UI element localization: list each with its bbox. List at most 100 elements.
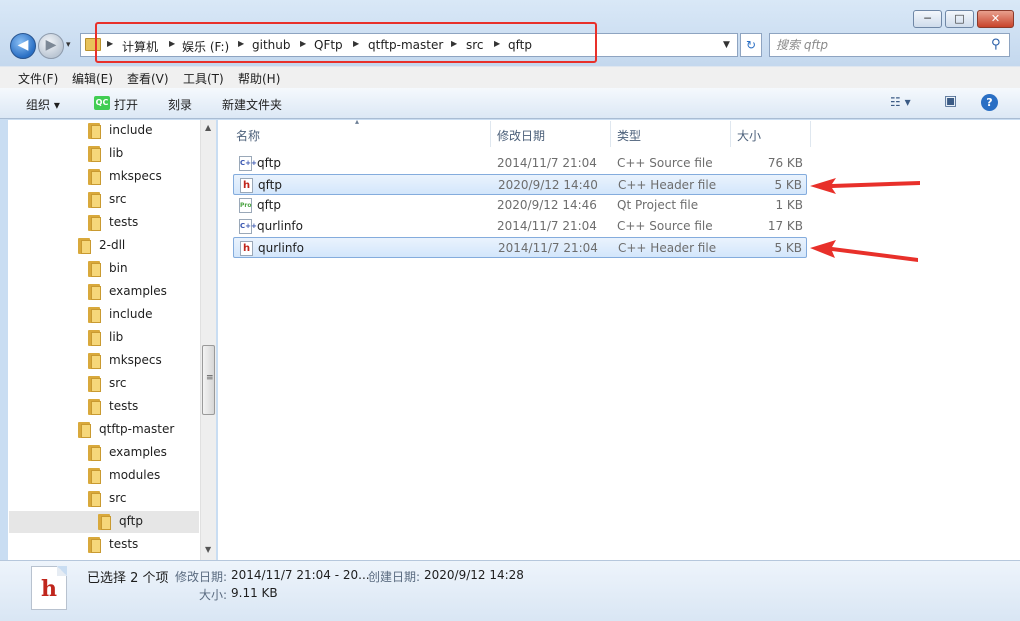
file-row[interactable]: Pro qftp 2020/9/12 14:46 Qt Project file 1 K… (233, 195, 807, 216)
minimize-icon: ─ (924, 12, 931, 25)
qt-creator-icon: QC (94, 96, 110, 110)
tree-item-label: examples (109, 445, 167, 459)
menu-edit[interactable]: 编辑(E) (72, 70, 113, 87)
column-divider[interactable] (490, 121, 491, 147)
sort-indicator-icon: ▴ (355, 117, 360, 126)
refresh-button[interactable]: ↻ (740, 33, 762, 57)
column-divider[interactable] (610, 121, 611, 147)
menu-view[interactable]: 查看(V) (127, 70, 169, 87)
column-header-name[interactable]: 名称 (236, 127, 260, 147)
tree-item[interactable]: modules (88, 465, 198, 487)
tree-item[interactable]: examples (88, 442, 198, 464)
close-button[interactable]: ✕ (977, 10, 1014, 28)
tree-item[interactable]: 2-dll (78, 235, 188, 257)
folder-icon (88, 353, 102, 369)
file-row[interactable]: C++ qurlinfo 2014/11/7 21:04 C++ Source fil… (233, 216, 807, 237)
navigation-scrollbar[interactable]: ▲ ≡ ▼ (200, 120, 216, 560)
tree-item[interactable]: tests (88, 212, 198, 234)
tree-item-label: include (109, 307, 153, 321)
folder-icon (88, 537, 102, 553)
preview-pane-button[interactable]: ▣ (944, 93, 957, 109)
file-modified-date: 2020/9/12 14:40 (498, 178, 598, 192)
header-file-large-icon: h (31, 566, 67, 610)
file-row[interactable]: C++ qftp 2014/11/7 21:04 C++ Source file 76 … (233, 153, 807, 174)
qt-project-file-icon: Pro (239, 198, 252, 213)
burn-button[interactable]: 刻录 (168, 96, 192, 113)
recent-pages-dropdown[interactable]: ▾ (66, 40, 71, 50)
folder-icon (88, 445, 102, 461)
refresh-icon: ↻ (745, 38, 757, 52)
folder-icon (88, 123, 102, 139)
search-box[interactable]: ⚲ (769, 33, 1010, 57)
open-button[interactable]: 打开 (114, 96, 138, 113)
folder-icon (98, 514, 112, 530)
menu-file[interactable]: 文件(F) (18, 70, 58, 87)
size-label: 大小: (199, 588, 228, 602)
maximize-button[interactable]: □ (945, 10, 974, 28)
modified-date-value: 2014/11/7 21:04 - 20... (231, 568, 370, 582)
tree-item-label: qtftp-master (99, 422, 175, 436)
cpp-file-icon: C++ (239, 219, 257, 234)
menu-tools[interactable]: 工具(T) (183, 70, 224, 87)
folder-icon (88, 169, 102, 185)
search-input[interactable] (776, 37, 986, 53)
file-name: qftp (257, 156, 281, 170)
column-header-size[interactable]: 大小 (737, 127, 761, 147)
tree-item[interactable]: tests (88, 534, 198, 556)
folder-icon (78, 238, 92, 254)
tree-item-label: mkspecs (109, 353, 162, 367)
folder-icon (78, 422, 92, 438)
forward-button[interactable]: ▶ (38, 33, 64, 59)
help-icon[interactable]: ? (981, 94, 998, 111)
tree-item[interactable]: lib (88, 327, 198, 349)
file-size: 17 KB (767, 219, 803, 233)
minimize-button[interactable]: ─ (913, 10, 942, 28)
tree-item[interactable]: qtftp-master (78, 419, 188, 441)
organize-button[interactable]: 组织 ▾ (26, 96, 60, 113)
column-divider[interactable] (810, 121, 811, 147)
tree-item[interactable]: src (88, 373, 198, 395)
folder-icon (88, 146, 102, 162)
folder-icon (88, 284, 102, 300)
new-folder-button[interactable]: 新建文件夹 (222, 96, 282, 113)
change-view-button[interactable]: ☷ ▾ (890, 95, 911, 109)
file-name: qftp (257, 198, 281, 212)
menu-help[interactable]: 帮助(H) (238, 70, 280, 87)
tree-item[interactable]: include (88, 304, 198, 326)
file-row[interactable]: h qurlinfo 2014/11/7 21:04 C++ Header file 5… (233, 237, 807, 258)
tree-item[interactable]: lib (88, 143, 198, 165)
tree-item-label: tests (109, 537, 139, 551)
file-name: qftp (258, 178, 282, 192)
search-icon[interactable]: ⚲ (991, 37, 1001, 52)
grip-icon: ≡ (206, 373, 214, 383)
tree-item-label: modules (109, 468, 161, 482)
forward-arrow-icon: ▶ (45, 37, 57, 53)
tree-item-label: src (109, 491, 127, 505)
tree-item-label: qftp (119, 514, 143, 528)
file-modified-date: 2020/9/12 14:46 (497, 198, 597, 212)
column-header-date[interactable]: 修改日期 (497, 127, 545, 147)
tree-item[interactable]: include (88, 120, 198, 142)
file-row[interactable]: h qftp 2020/9/12 14:40 C++ Header file 5 KB (233, 174, 807, 195)
address-history-dropdown[interactable]: ▼ (723, 40, 730, 50)
folder-icon (88, 261, 102, 277)
tree-item[interactable]: src (88, 189, 198, 211)
tree-item[interactable]: src (88, 488, 198, 510)
tree-item[interactable]: tests (88, 396, 198, 418)
folder-icon (88, 399, 102, 415)
scroll-up-icon[interactable]: ▲ (205, 123, 211, 132)
tree-item[interactable]: bin (88, 258, 198, 280)
folder-icon (88, 215, 102, 231)
tree-item[interactable]: mkspecs (88, 166, 198, 188)
file-type: C++ Header file (618, 178, 717, 192)
column-divider[interactable] (730, 121, 731, 147)
column-header-type[interactable]: 类型 (617, 127, 641, 147)
scroll-down-icon[interactable]: ▼ (205, 545, 211, 554)
tree-item[interactable]: qftp (9, 511, 199, 533)
tree-item[interactable]: examples (88, 281, 198, 303)
tree-item[interactable]: mkspecs (88, 350, 198, 372)
back-button[interactable]: ◀ (10, 33, 36, 59)
scroll-thumb[interactable]: ≡ (202, 345, 215, 415)
tree-item-label: include (109, 123, 153, 137)
tree-item-label: tests (109, 399, 139, 413)
